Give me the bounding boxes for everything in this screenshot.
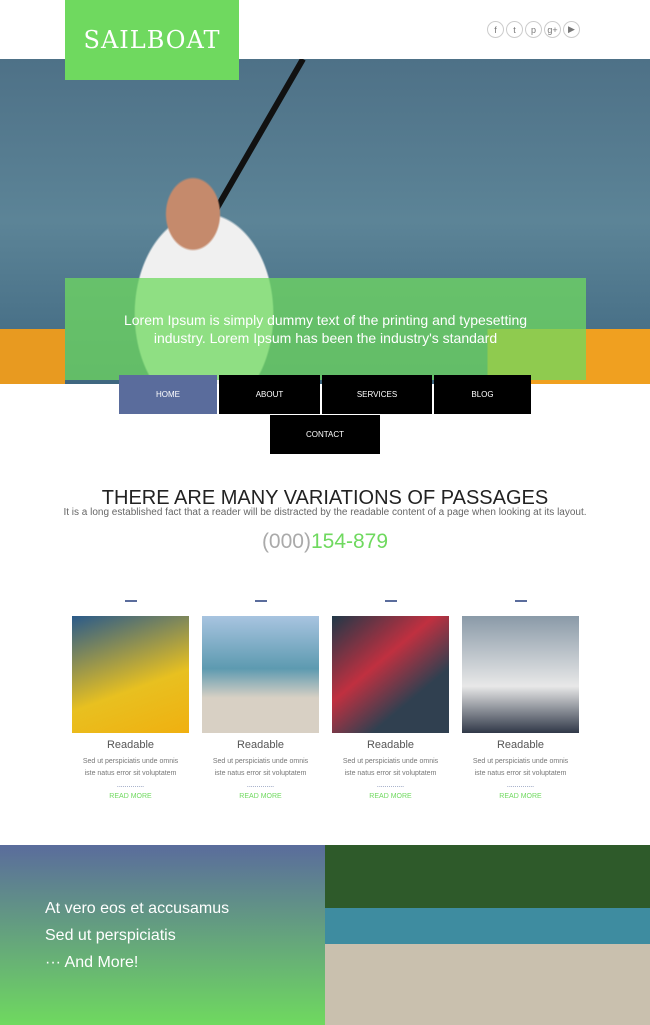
facebook-icon[interactable]: f [487, 21, 504, 38]
nav-blog[interactable]: BLOG [434, 375, 531, 414]
card-text: Sed ut perspiciatis unde omnis iste natu… [82, 758, 179, 777]
google-plus-icon[interactable]: g+ [544, 21, 561, 38]
promo-line: Sed ut perspiciatis [45, 927, 176, 944]
read-more-link[interactable]: READ MORE [332, 793, 449, 800]
nav-home[interactable]: HOME [119, 375, 217, 414]
card: Readable Sed ut perspiciatis unde omnis … [72, 600, 189, 800]
divider [514, 600, 527, 602]
card-title: Readable [366, 739, 415, 751]
promo-line: ··· And More! [45, 954, 139, 971]
dots: .............. [116, 782, 145, 789]
card-image [332, 616, 449, 733]
nav-contact[interactable]: CONTACT [270, 415, 380, 454]
dots: .............. [376, 782, 405, 789]
lake-image [325, 845, 650, 1025]
read-more-link[interactable]: READ MORE [462, 793, 579, 800]
read-more-link[interactable]: READ MORE [72, 793, 189, 800]
hero-image: Lorem Ipsum is simply dummy text of the … [0, 59, 650, 384]
card-title: Readable [236, 739, 285, 751]
card-image [72, 616, 189, 733]
promo-line: At vero eos et accusamus [45, 900, 230, 917]
section-subtitle: It is a long established fact that a rea… [63, 507, 587, 518]
nav-about[interactable]: ABOUT [219, 375, 320, 414]
card-image [202, 616, 319, 733]
twitter-icon[interactable]: t [506, 21, 523, 38]
card-text: Sed ut perspiciatis unde omnis iste natu… [472, 758, 569, 777]
card-text: Sed ut perspiciatis unde omnis iste natu… [342, 758, 439, 777]
logo[interactable]: SAILBOAT [65, 0, 239, 80]
card: Readable Sed ut perspiciatis unde omnis … [202, 600, 319, 800]
phone-number: (000)154-879 [0, 530, 650, 554]
phone-digits: 154-879 [310, 530, 389, 553]
card-title: Readable [106, 739, 155, 751]
promo-panel: At vero eos et accusamus Sed ut perspici… [0, 845, 325, 1025]
card-title: Readable [496, 739, 545, 751]
divider [124, 600, 137, 602]
card: Readable Sed ut perspiciatis unde omnis … [332, 600, 449, 800]
nav-services[interactable]: SERVICES [322, 375, 432, 414]
phone-prefix: (000) [261, 530, 311, 553]
dots: .............. [506, 782, 535, 789]
pinterest-icon[interactable]: p [525, 21, 542, 38]
social-links: f t p g+ ▶ [487, 21, 580, 38]
youtube-icon[interactable]: ▶ [563, 21, 580, 38]
divider [254, 600, 267, 602]
card: Readable Sed ut perspiciatis unde omnis … [462, 600, 579, 800]
card-text: Sed ut perspiciatis unde omnis iste natu… [212, 758, 309, 777]
hero-caption: Lorem Ipsum is simply dummy text of the … [65, 278, 586, 380]
read-more-link[interactable]: READ MORE [202, 793, 319, 800]
divider [384, 600, 397, 602]
dots: .............. [246, 782, 275, 789]
card-image [462, 616, 579, 733]
